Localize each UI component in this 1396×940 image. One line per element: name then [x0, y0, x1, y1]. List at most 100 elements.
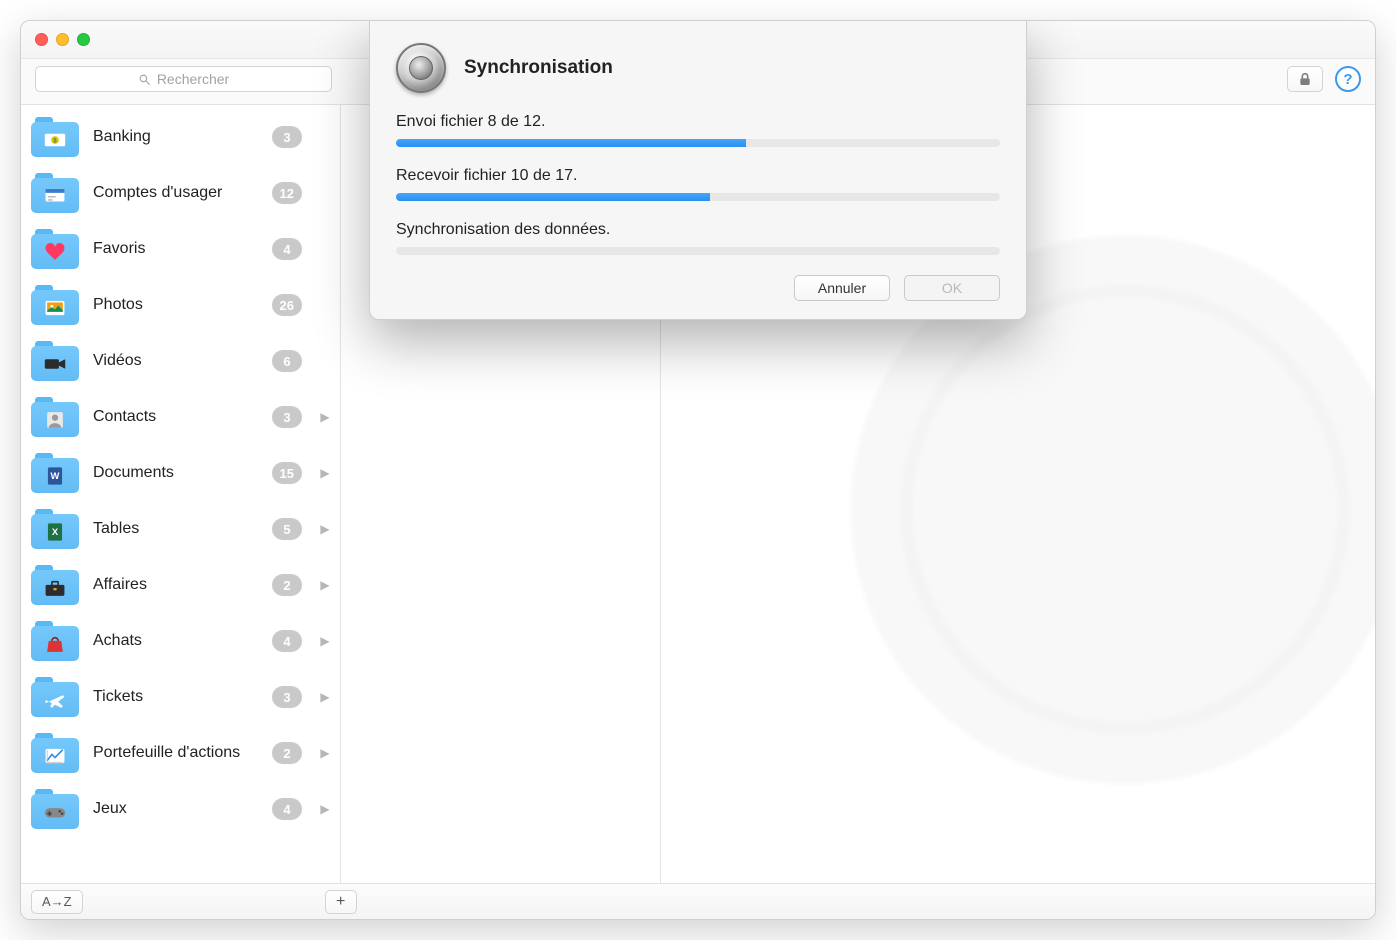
disclosure-icon: ▶: [320, 802, 330, 816]
count-badge: 26: [272, 294, 302, 316]
sidebar-item-briefcase[interactable]: Affaires 2 ▶: [21, 557, 340, 613]
sidebar-item-label: Tables: [93, 520, 258, 538]
ok-button: OK: [904, 275, 1000, 301]
app-window: Rechercher ? $ Banking 3 Comptes d'usage…: [20, 20, 1376, 920]
count-badge: 2: [272, 742, 302, 764]
svg-text:W: W: [51, 470, 60, 481]
folder-icon: [31, 621, 79, 661]
disclosure-icon: ▶: [320, 690, 330, 704]
sidebar-item-word[interactable]: W Documents 15 ▶: [21, 445, 340, 501]
money-icon: $: [42, 129, 68, 151]
count-badge: 5: [272, 518, 302, 540]
sidebar-item-excel[interactable]: X Tables 5 ▶: [21, 501, 340, 557]
disclosure-icon: ▶: [320, 634, 330, 648]
disclosure-icon: ▶: [320, 410, 330, 424]
sidebar-item-video[interactable]: Vidéos 6: [21, 333, 340, 389]
sidebar-item-photos[interactable]: Photos 26: [21, 277, 340, 333]
sidebar-item-label: Comptes d'usager: [93, 184, 258, 202]
count-badge: 2: [272, 574, 302, 596]
search-placeholder: Rechercher: [157, 71, 229, 87]
sidebar-item-label: Affaires: [93, 576, 258, 594]
folder-icon: [31, 341, 79, 381]
sidebar-item-label: Contacts: [93, 408, 258, 426]
gamepad-icon: [42, 801, 68, 823]
count-badge: 15: [272, 462, 302, 484]
progress-fill: [396, 139, 746, 147]
folder-icon: $: [31, 117, 79, 157]
disclosure-icon: ▶: [320, 522, 330, 536]
disclosure-icon: ▶: [320, 578, 330, 592]
task-label: Recevoir fichier 10 de 17.: [396, 167, 1000, 185]
count-badge: 3: [272, 686, 302, 708]
safe-dial-icon: [396, 43, 446, 93]
sidebar-item-label: Jeux: [93, 800, 258, 818]
search-icon: [138, 73, 151, 86]
window-controls: [35, 33, 90, 46]
plane-icon: [42, 689, 68, 711]
count-badge: 12: [272, 182, 302, 204]
contact-icon: [42, 409, 68, 431]
sidebar: $ Banking 3 Comptes d'usager 12 Favoris …: [21, 105, 341, 883]
folder-icon: X: [31, 509, 79, 549]
sidebar-item-label: Photos: [93, 296, 258, 314]
sidebar-item-label: Achats: [93, 632, 258, 650]
sync-task: Synchronisation des données.: [396, 221, 1000, 255]
sync-task: Envoi fichier 8 de 12.: [396, 113, 1000, 147]
folder-icon: [31, 733, 79, 773]
bag-icon: [42, 633, 68, 655]
sidebar-item-contact[interactable]: Contacts 3 ▶: [21, 389, 340, 445]
bottom-bar: A→Z +: [21, 883, 1375, 919]
disclosure-icon: ▶: [320, 746, 330, 760]
word-icon: W: [42, 465, 68, 487]
briefcase-icon: [42, 577, 68, 599]
task-label: Envoi fichier 8 de 12.: [396, 113, 1000, 131]
folder-icon: [31, 173, 79, 213]
help-button[interactable]: ?: [1335, 66, 1361, 92]
folder-icon: [31, 789, 79, 829]
lock-icon: [1297, 71, 1313, 87]
progress-fill: [396, 193, 710, 201]
count-badge: 6: [272, 350, 302, 372]
sort-label: A→Z: [42, 894, 72, 909]
count-badge: 4: [272, 798, 302, 820]
help-icon: ?: [1343, 71, 1352, 88]
zoom-window-button[interactable]: [77, 33, 90, 46]
svg-text:$: $: [53, 137, 57, 144]
progress-bar: [396, 139, 1000, 147]
svg-text:X: X: [52, 526, 59, 537]
sort-button[interactable]: A→Z: [31, 890, 83, 914]
cancel-label: Annuler: [818, 280, 866, 296]
lock-button[interactable]: [1287, 66, 1323, 92]
task-label: Synchronisation des données.: [396, 221, 1000, 239]
video-icon: [42, 353, 68, 375]
progress-bar: [396, 247, 1000, 255]
sidebar-item-plane[interactable]: Tickets 3 ▶: [21, 669, 340, 725]
minimize-window-button[interactable]: [56, 33, 69, 46]
sidebar-item-money[interactable]: $ Banking 3: [21, 109, 340, 165]
folder-icon: [31, 229, 79, 269]
ok-label: OK: [942, 280, 962, 296]
folder-icon: [31, 285, 79, 325]
cancel-button[interactable]: Annuler: [794, 275, 890, 301]
accounts-icon: [42, 185, 68, 207]
search-input[interactable]: Rechercher: [35, 66, 332, 92]
close-window-button[interactable]: [35, 33, 48, 46]
sidebar-item-accounts[interactable]: Comptes d'usager 12: [21, 165, 340, 221]
sidebar-item-stocks[interactable]: Portefeuille d'actions 2 ▶: [21, 725, 340, 781]
progress-bar: [396, 193, 1000, 201]
excel-icon: X: [42, 521, 68, 543]
sidebar-item-label: Documents: [93, 464, 258, 482]
disclosure-icon: ▶: [320, 466, 330, 480]
folder-icon: W: [31, 453, 79, 493]
sidebar-item-gamepad[interactable]: Jeux 4 ▶: [21, 781, 340, 837]
photos-icon: [42, 297, 68, 319]
sidebar-item-label: Banking: [93, 128, 258, 146]
sidebar-item-bag[interactable]: Achats 4 ▶: [21, 613, 340, 669]
folder-icon: [31, 397, 79, 437]
sync-dialog: Synchronisation Envoi fichier 8 de 12. R…: [369, 20, 1027, 320]
heart-icon: [42, 241, 68, 263]
add-button[interactable]: +: [325, 890, 357, 914]
sidebar-item-label: Portefeuille d'actions: [93, 744, 258, 762]
stocks-icon: [42, 745, 68, 767]
sidebar-item-heart[interactable]: Favoris 4: [21, 221, 340, 277]
